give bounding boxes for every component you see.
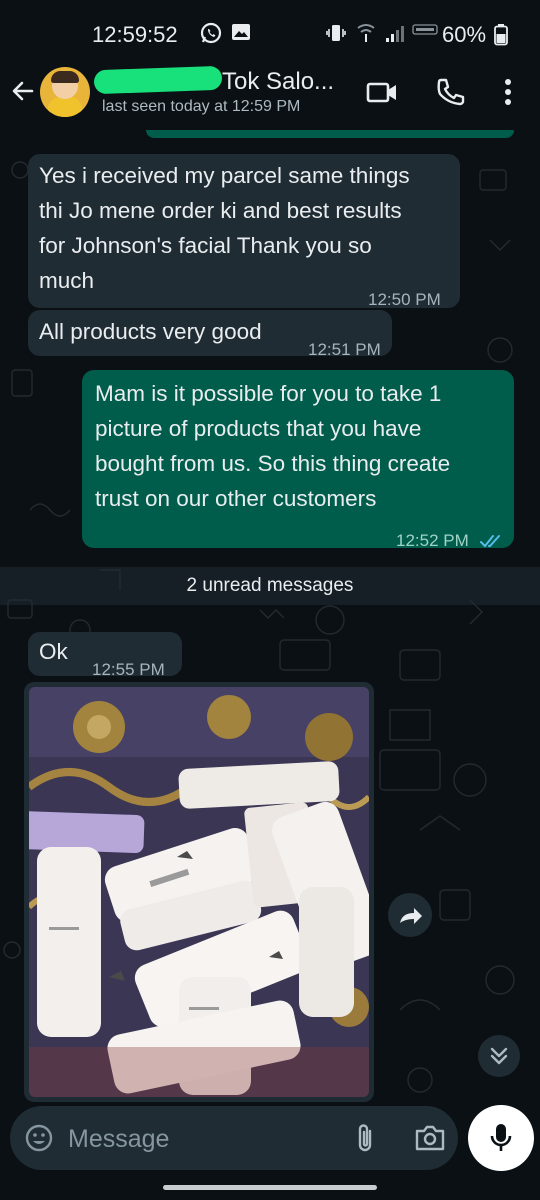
volte-icon: [412, 22, 438, 49]
more-options-icon[interactable]: [500, 78, 516, 113]
composer-bar: Message: [0, 1105, 540, 1175]
signal-icon: [384, 22, 410, 49]
incoming-message[interactable]: All products very good 12:51 PM: [28, 310, 392, 359]
message-time: 12:51 PM: [308, 340, 381, 359]
battery-icon: [494, 24, 508, 51]
image-message[interactable]: [24, 682, 374, 1102]
outgoing-message[interactable]: Mam is it possible for you to take 1 pic…: [82, 370, 514, 550]
message-input[interactable]: Message: [10, 1106, 458, 1170]
battery-level: 60%: [442, 22, 487, 47]
message-placeholder: Message: [68, 1125, 170, 1153]
message-text: Mam is it possible for you to take 1 pic…: [95, 381, 451, 511]
emoji-icon[interactable]: [24, 1123, 54, 1158]
contact-name: Tok Salo...: [222, 68, 335, 95]
last-seen-status: last seen today at 12:59 PM: [102, 98, 301, 115]
attach-icon[interactable]: [350, 1122, 380, 1159]
status-bar: 12:59:52 60%: [0, 0, 540, 60]
mic-icon: [488, 1122, 514, 1159]
forward-button[interactable]: [388, 893, 432, 937]
message-text: All products very good: [39, 319, 262, 344]
message-text: Ok: [39, 639, 68, 664]
chat-area[interactable]: Yes i received my parcel same things thi…: [0, 130, 540, 1105]
message-text: Yes i received my parcel same things thi…: [39, 163, 410, 293]
back-arrow-icon[interactable]: [10, 78, 36, 109]
vibrate-icon: [325, 22, 347, 49]
video-call-icon[interactable]: [366, 76, 398, 113]
contact-info[interactable]: Tok Salo...: [93, 65, 350, 95]
whatsapp-icon: [200, 22, 222, 49]
photo-of-skincare-products[interactable]: [29, 687, 369, 1097]
chat-header: Tok Salo... last seen today at 12:59 PM: [0, 60, 540, 130]
wifi-icon: [356, 22, 376, 49]
voice-call-icon[interactable]: [434, 76, 466, 113]
scroll-to-bottom-button[interactable]: [478, 1035, 520, 1077]
gallery-icon: [231, 22, 251, 47]
unread-label: 2 unread messages: [186, 575, 354, 596]
redaction-mark: [93, 65, 223, 95]
camera-icon[interactable]: [414, 1123, 446, 1158]
incoming-message[interactable]: Ok 12:55 PM: [28, 632, 182, 679]
unread-divider: 2 unread messages: [0, 567, 540, 605]
gesture-nav-handle[interactable]: [163, 1185, 377, 1190]
incoming-message[interactable]: Yes i received my parcel same things thi…: [28, 154, 460, 309]
contact-avatar[interactable]: [40, 67, 90, 117]
previous-message-edge: [146, 130, 514, 138]
message-time: 12:52 PM: [396, 531, 469, 550]
mic-button[interactable]: [468, 1105, 534, 1171]
status-time: 12:59:52: [92, 22, 178, 47]
read-receipt-icon: [480, 525, 504, 560]
